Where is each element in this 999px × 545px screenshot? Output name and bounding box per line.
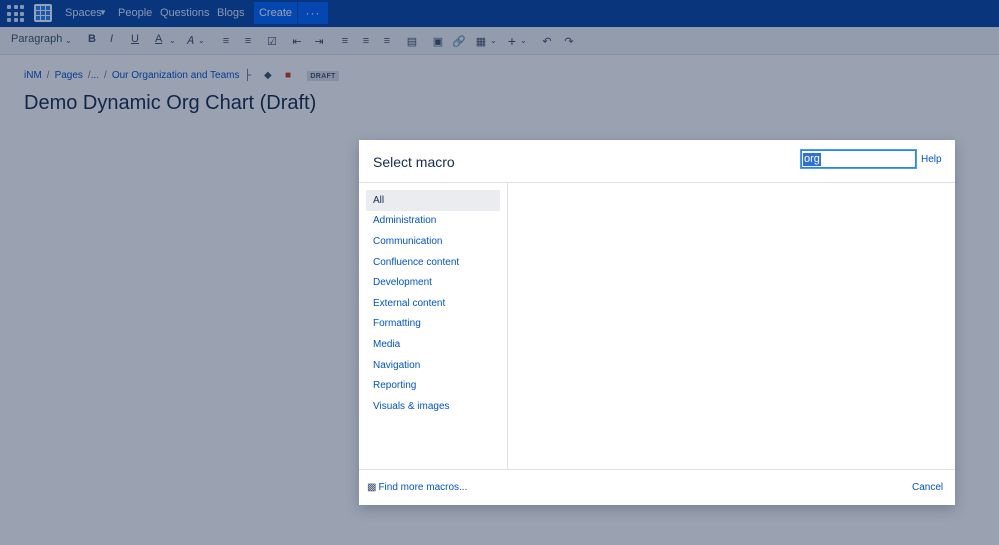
category-item-confluence-content[interactable]: Confluence content	[366, 252, 500, 273]
category-item-development[interactable]: Development	[366, 272, 500, 293]
category-item-visuals-images[interactable]: Visuals & images	[366, 396, 500, 417]
dialog-title: Select macro	[373, 154, 455, 170]
puzzle-icon: ▩	[367, 482, 377, 493]
category-item-external-content[interactable]: External content	[366, 293, 500, 314]
category-item-communication[interactable]: Communication	[366, 231, 500, 252]
category-item-reporting[interactable]: Reporting	[366, 375, 500, 396]
divider	[359, 182, 955, 183]
category-list: All Administration Communication Conflue…	[366, 190, 500, 417]
help-link[interactable]: Help	[921, 154, 942, 165]
category-item-all[interactable]: All	[366, 190, 500, 211]
category-item-navigation[interactable]: Navigation	[366, 355, 500, 376]
divider	[507, 183, 508, 470]
find-more-macros-link[interactable]: ▩ Find more macros...	[367, 482, 467, 493]
find-more-label[interactable]: Find more macros...	[378, 482, 467, 493]
search-selection-highlight: org	[803, 153, 821, 166]
category-item-administration[interactable]: Administration	[366, 211, 500, 232]
category-item-formatting[interactable]: Formatting	[366, 314, 500, 335]
cancel-button[interactable]: Cancel	[912, 482, 943, 493]
divider	[359, 469, 955, 470]
category-item-media[interactable]: Media	[366, 334, 500, 355]
select-macro-dialog: Select macro org Help All Administration…	[359, 140, 955, 505]
